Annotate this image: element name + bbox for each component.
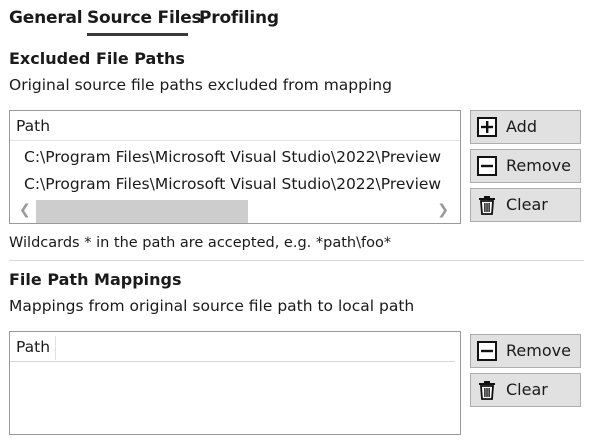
- tab-general[interactable]: General: [9, 8, 83, 28]
- scroll-left-arrow-icon[interactable]: ❮: [19, 201, 31, 219]
- column-divider[interactable]: [55, 336, 56, 360]
- minus-box-icon: [477, 341, 497, 361]
- add-button-label: Add: [506, 117, 537, 136]
- mappings-column-header[interactable]: Path: [10, 332, 455, 362]
- mappings-remove-button-label: Remove: [506, 341, 571, 360]
- tab-profiling[interactable]: Profiling: [199, 8, 279, 28]
- excluded-paths-description: Original source file paths excluded from…: [9, 76, 392, 94]
- add-button[interactable]: Add: [470, 110, 581, 144]
- tab-source-files[interactable]: Source Files: [87, 8, 202, 28]
- section-divider: [9, 260, 584, 261]
- wildcard-hint: Wildcards * in the path are accepted, e.…: [9, 235, 392, 251]
- mappings-list[interactable]: Path: [9, 331, 461, 435]
- scroll-right-arrow-icon[interactable]: ❯: [437, 201, 449, 219]
- clear-button-label: Clear: [506, 195, 548, 214]
- active-tab-indicator: [87, 33, 188, 36]
- mappings-description: Mappings from original source file path …: [9, 297, 415, 315]
- mappings-path-column[interactable]: Path: [16, 338, 50, 356]
- excluded-paths-heading: Excluded File Paths: [9, 49, 185, 68]
- horizontal-scrollbar[interactable]: ❮ ❯: [10, 197, 460, 223]
- remove-button[interactable]: Remove: [470, 149, 581, 183]
- trash-icon: [479, 381, 495, 400]
- mappings-remove-button[interactable]: Remove: [470, 334, 581, 368]
- scrollbar-thumb[interactable]: [36, 200, 248, 223]
- minus-box-icon: [477, 156, 497, 176]
- clear-button[interactable]: Clear: [470, 188, 581, 222]
- list-item[interactable]: C:\Program Files\Microsoft Visual Studio…: [24, 175, 441, 193]
- mappings-clear-button-label: Clear: [506, 380, 548, 399]
- excluded-paths-list[interactable]: Path C:\Program Files\Microsoft Visual S…: [9, 110, 461, 224]
- mappings-heading: File Path Mappings: [9, 270, 182, 289]
- remove-button-label: Remove: [506, 156, 571, 175]
- list-item[interactable]: C:\Program Files\Microsoft Visual Studio…: [24, 148, 441, 166]
- excluded-paths-column-header[interactable]: Path: [10, 111, 460, 141]
- plus-box-icon: [477, 117, 497, 137]
- trash-icon: [479, 196, 495, 215]
- mappings-clear-button[interactable]: Clear: [470, 373, 581, 407]
